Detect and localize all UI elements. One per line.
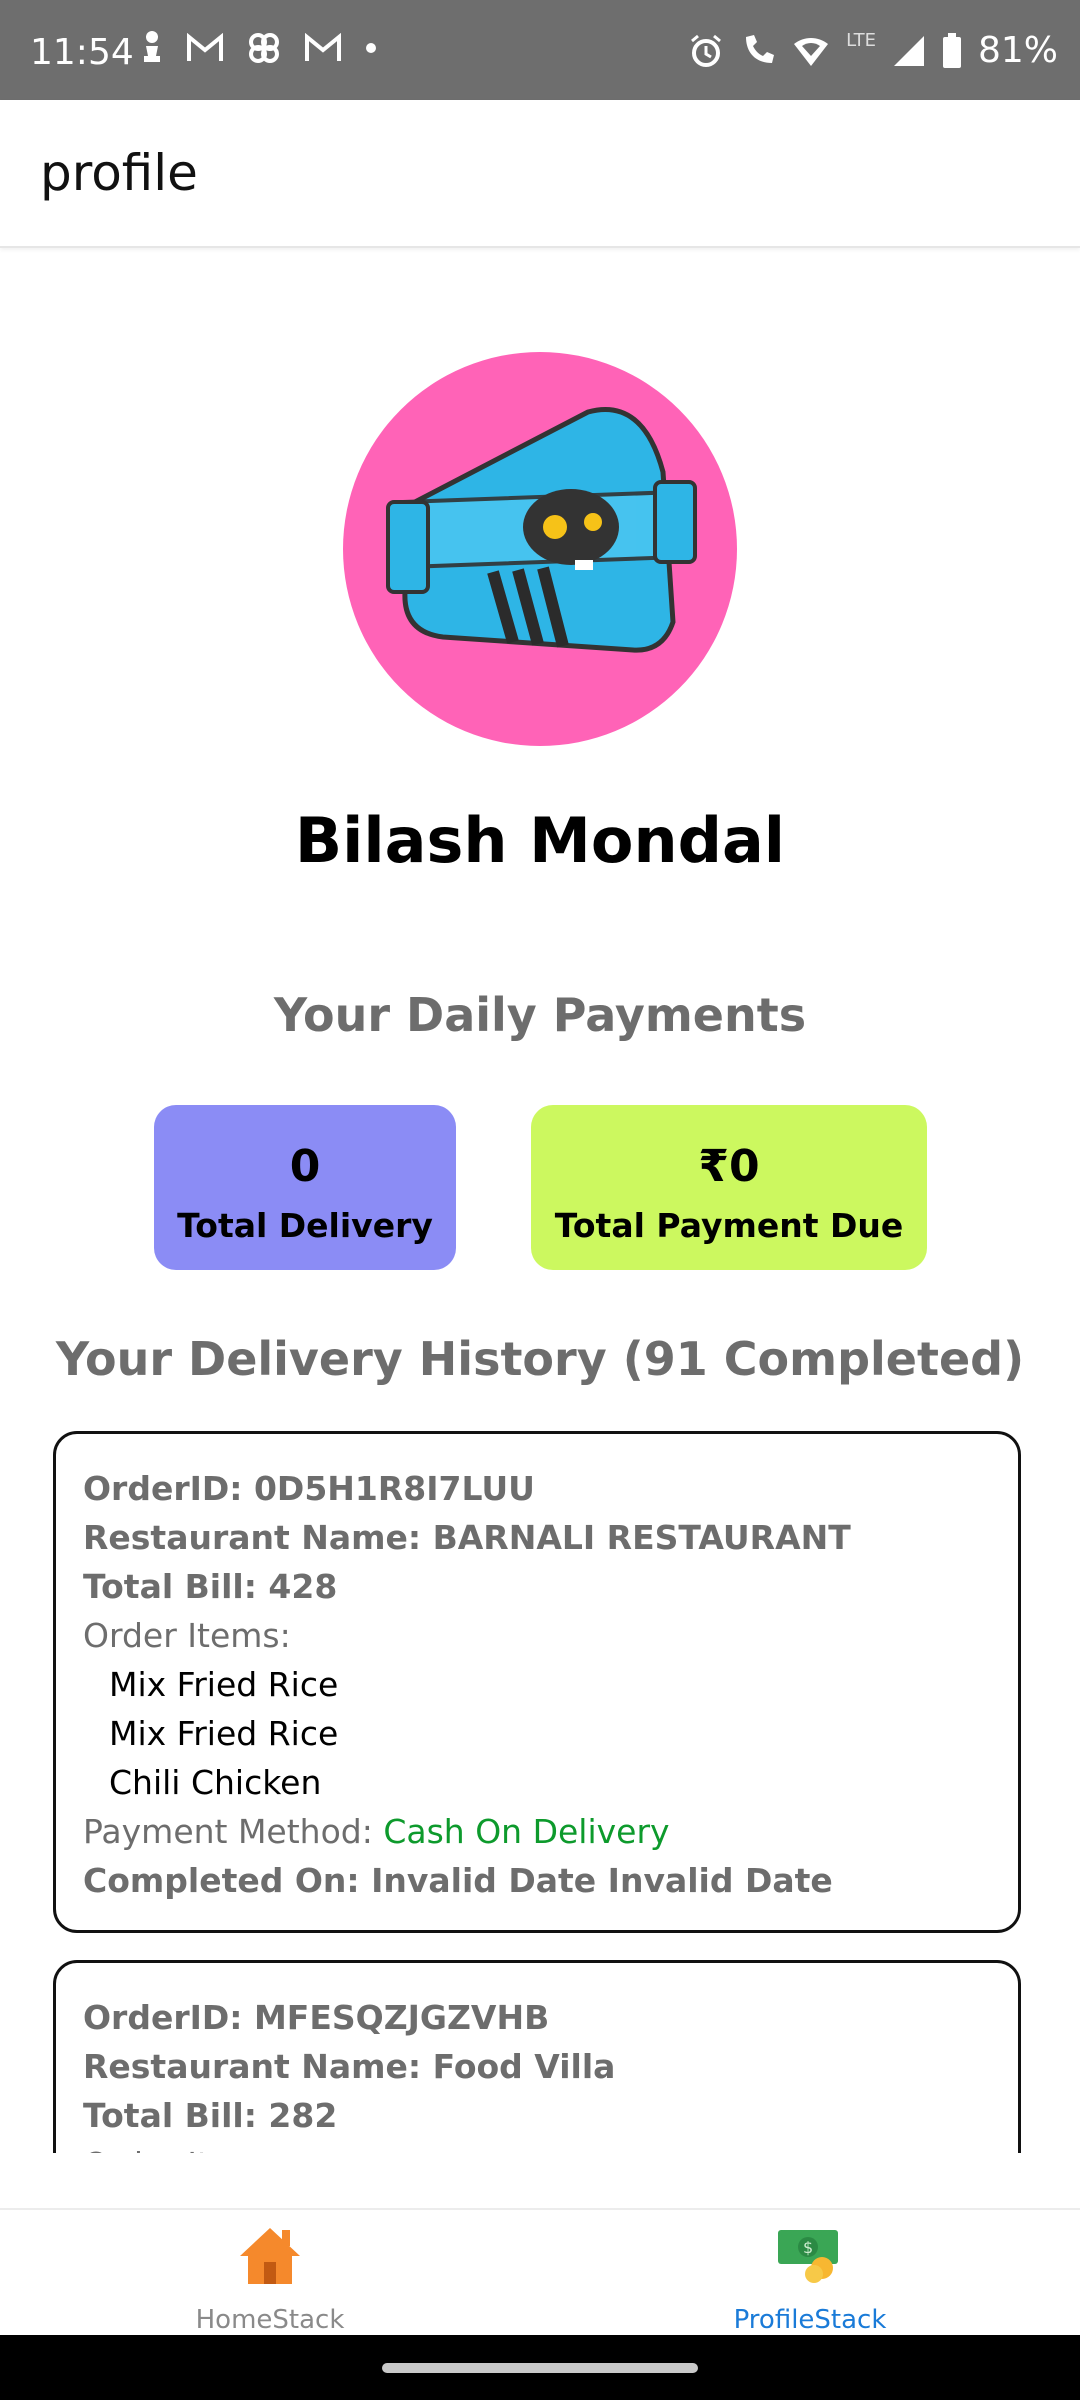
total-payment-card: ₹0 Total Payment Due bbox=[531, 1105, 927, 1270]
gmail-icon bbox=[305, 33, 341, 61]
total-bill: Total Bill: 428 bbox=[83, 1567, 338, 1606]
battery-icon bbox=[942, 32, 961, 68]
order-items-label: Order Items: bbox=[83, 2140, 1018, 2153]
restaurant-name: Restaurant Name: BARNALI RESTAURANT bbox=[83, 1518, 851, 1557]
order-card[interactable]: OrderID: 0D5H1R8I7LUU Restaurant Name: B… bbox=[53, 1431, 1021, 1933]
total-delivery-label: Total Delivery bbox=[177, 1206, 433, 1245]
payment-method: Payment Method: Cash On Delivery bbox=[83, 1807, 1018, 1856]
avatar bbox=[343, 352, 737, 746]
wifi-icon bbox=[794, 37, 829, 66]
home-gesture-handle[interactable] bbox=[382, 2363, 698, 2373]
order-item: Mix Fried Rice bbox=[109, 1714, 339, 1753]
status-bar: 11:54 LTE 81% bbox=[0, 0, 1080, 100]
system-nav-bar bbox=[0, 2335, 1080, 2400]
svg-text:$: $ bbox=[803, 2238, 813, 2257]
tab-home-label: HomeStack bbox=[195, 2305, 345, 2335]
total-delivery-card: 0 Total Delivery bbox=[154, 1105, 456, 1270]
chess-pawn-icon bbox=[144, 31, 160, 62]
alarm-icon bbox=[691, 34, 722, 67]
gmail-icon bbox=[187, 33, 223, 61]
tab-profile[interactable]: $ ProfileStack bbox=[540, 2210, 1080, 2337]
app-bar: profile bbox=[0, 100, 1080, 248]
total-payment-label: Total Payment Due bbox=[554, 1206, 904, 1245]
order-item: Mix Fried Rice bbox=[109, 1665, 339, 1704]
money-icon: $ bbox=[778, 2230, 838, 2283]
total-bill: Total Bill: 282 bbox=[83, 2096, 338, 2135]
order-id: OrderID: MFESQZJGZVHB bbox=[83, 1998, 550, 2037]
home-icon bbox=[240, 2228, 300, 2284]
status-time: 11:54 bbox=[30, 32, 134, 73]
bottom-tab-bar: HomeStack $ ProfileStack bbox=[0, 2208, 1080, 2337]
notification-icons bbox=[140, 30, 378, 66]
order-item: Chili Chicken bbox=[109, 1763, 322, 1802]
signal-icon bbox=[893, 35, 924, 66]
system-icons: LTE 81% bbox=[688, 30, 1058, 71]
lte-label: LTE bbox=[846, 30, 876, 51]
payment-method-value: Cash On Delivery bbox=[383, 1812, 670, 1851]
pinwheel-icon bbox=[249, 33, 279, 63]
total-payment-value: ₹0 bbox=[698, 1141, 760, 1192]
restaurant-name: Restaurant Name: Food Villa bbox=[83, 2047, 616, 2086]
page-title: profile bbox=[40, 144, 198, 202]
dot-icon bbox=[366, 43, 376, 53]
wifi-call-icon bbox=[746, 34, 775, 63]
robot-avatar-icon bbox=[386, 407, 697, 653]
battery-percent: 81% bbox=[977, 30, 1058, 71]
completed-on: Completed On: Invalid Date Invalid Date bbox=[83, 1861, 833, 1900]
order-id: OrderID: 0D5H1R8I7LUU bbox=[83, 1469, 535, 1508]
user-name: Bilash Mondal bbox=[294, 804, 786, 877]
total-delivery-value: 0 bbox=[289, 1141, 321, 1192]
payment-method-label: Payment Method: bbox=[83, 1812, 384, 1851]
order-items-label: Order Items: bbox=[83, 1616, 291, 1655]
order-card[interactable]: OrderID: MFESQZJGZVHB Restaurant Name: F… bbox=[53, 1960, 1021, 2153]
delivery-history-title: Your Delivery History (91 Completed) bbox=[55, 1332, 1025, 1386]
profile-content[interactable]: Bilash Mondal Your Daily Payments 0 Tota… bbox=[0, 248, 1080, 2153]
tab-profile-label: ProfileStack bbox=[733, 2305, 887, 2335]
tab-home[interactable]: HomeStack bbox=[0, 2210, 540, 2337]
daily-payments-title: Your Daily Payments bbox=[273, 988, 807, 1042]
